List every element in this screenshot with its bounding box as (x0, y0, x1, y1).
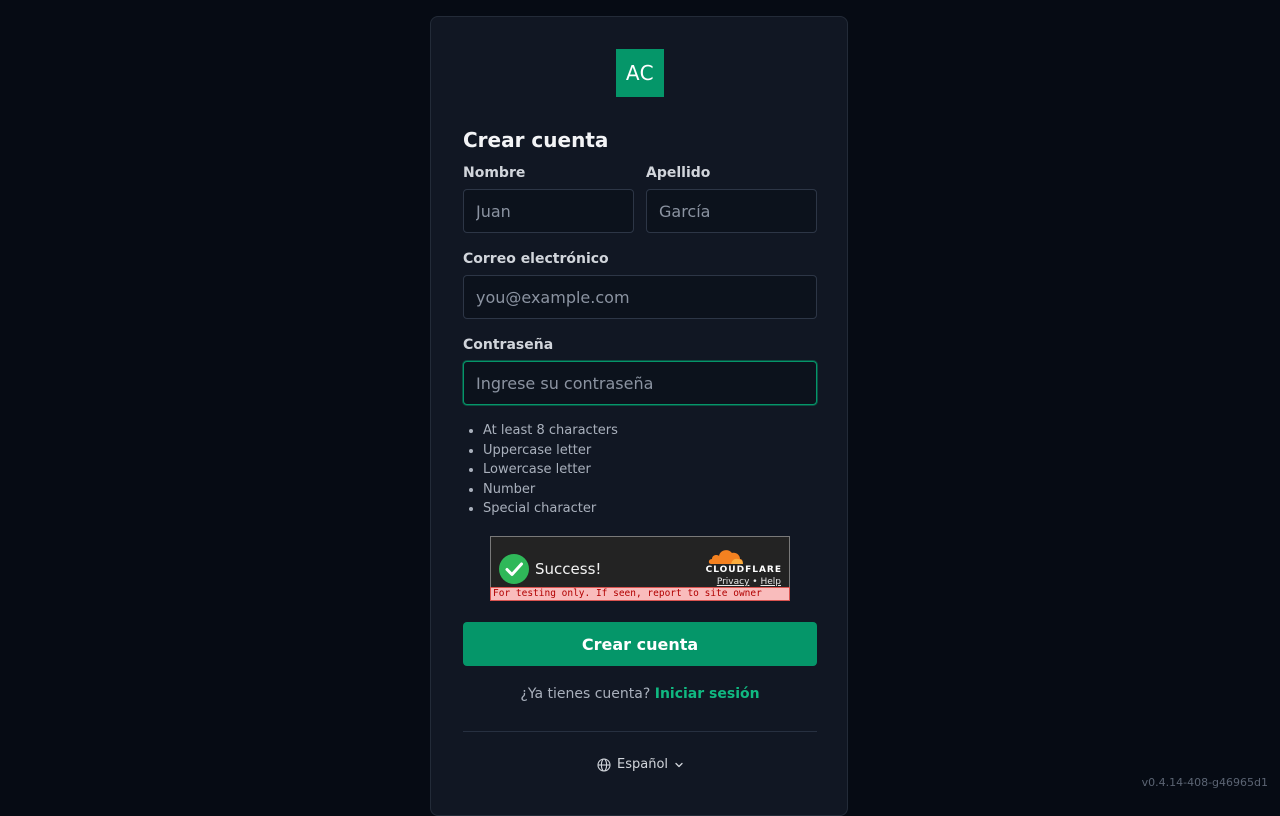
password-requirements: At least 8 characters Uppercase letter L… (463, 421, 618, 519)
password-label: Contraseña (463, 337, 554, 353)
password-rule: Number (483, 480, 618, 500)
language-selector[interactable]: Español (597, 757, 684, 772)
app-version: v0.4.14-408-g46965d1 (1141, 776, 1268, 789)
last-name-label: Apellido (646, 165, 711, 181)
password-rule: Lowercase letter (483, 460, 618, 480)
signin-prompt: ¿Ya tienes cuenta? (520, 686, 651, 702)
password-rule: Uppercase letter (483, 441, 618, 461)
app-logo: AC (616, 49, 664, 97)
last-name-input[interactable] (646, 189, 817, 233)
captcha-brand: CLOUDFLARE (705, 565, 782, 575)
create-account-button[interactable]: Crear cuenta (463, 622, 817, 666)
first-name-input[interactable] (463, 189, 634, 233)
divider (463, 731, 817, 732)
password-rule: Special character (483, 499, 618, 519)
language-label: Español (617, 757, 669, 772)
signin-link[interactable]: Iniciar sesión (655, 686, 760, 702)
email-label: Correo electrónico (463, 251, 609, 267)
page-title: Crear cuenta (463, 128, 609, 152)
first-name-label: Nombre (463, 165, 526, 181)
globe-icon (597, 757, 611, 772)
password-input[interactable] (463, 361, 817, 405)
cloudflare-logo-icon (708, 550, 743, 564)
chevron-down-icon (675, 762, 683, 767)
captcha-link-separator: • (752, 577, 758, 587)
captcha-test-warning: For testing only. If seen, report to sit… (490, 587, 790, 601)
captcha-help-link[interactable]: Help (760, 577, 781, 587)
email-input[interactable] (463, 275, 817, 319)
captcha-widget[interactable]: Success! CLOUDFLARE Privacy • Help For t… (490, 536, 790, 601)
captcha-status: Success! (535, 560, 602, 578)
captcha-links: Privacy • Help (717, 577, 781, 587)
password-rule: At least 8 characters (483, 421, 618, 441)
signin-prompt-row: ¿Ya tienes cuenta? Iniciar sesión (463, 686, 817, 702)
signup-card: AC Crear cuenta Nombre Apellido Correo e… (430, 16, 848, 816)
check-circle-icon (499, 554, 529, 584)
captcha-privacy-link[interactable]: Privacy (717, 577, 750, 587)
